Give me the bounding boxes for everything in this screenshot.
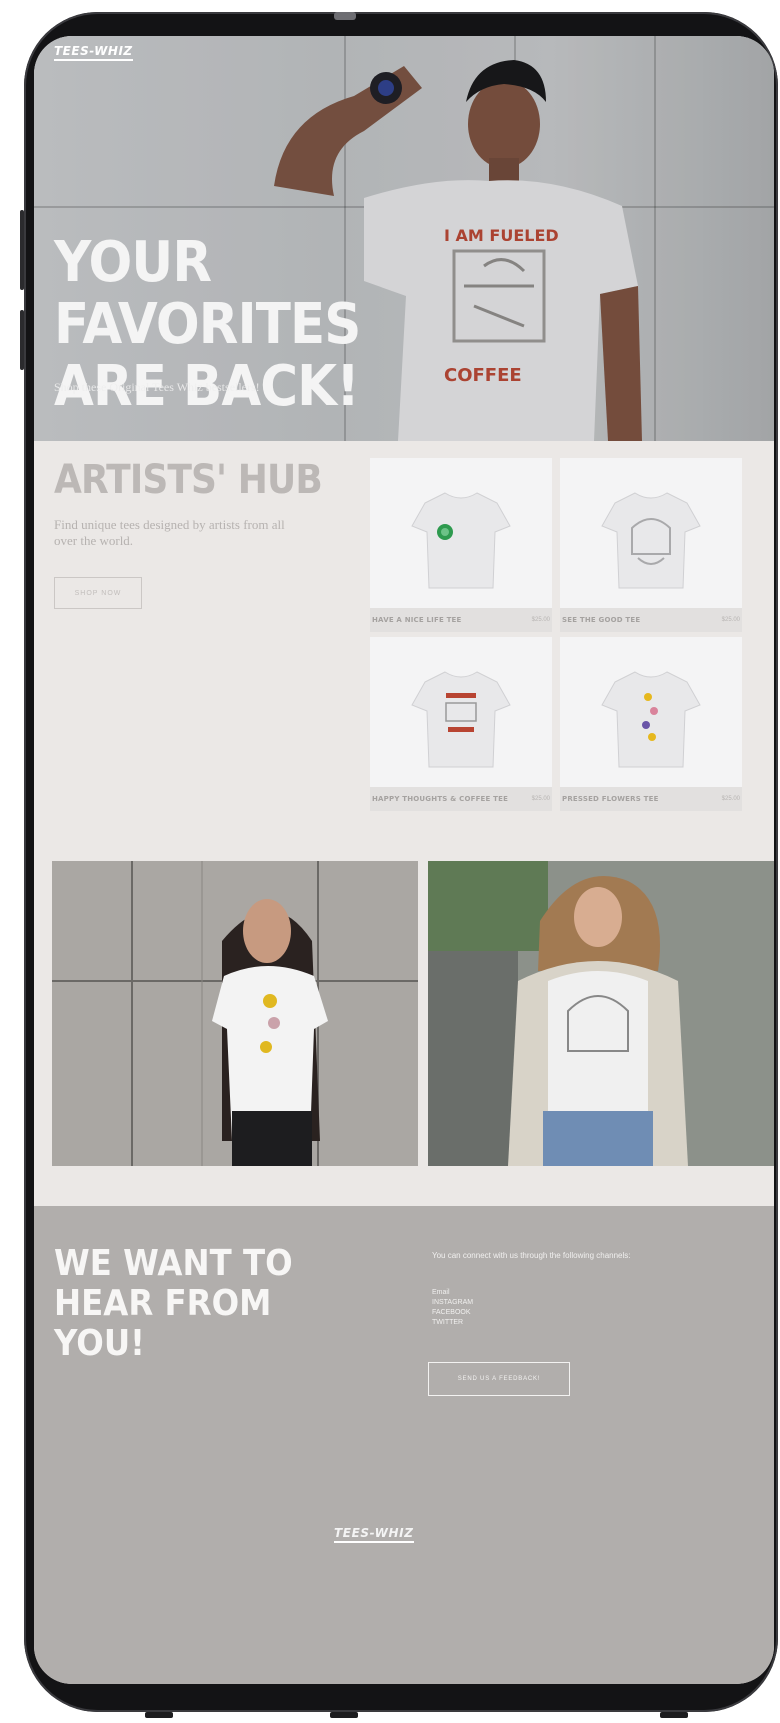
product-image [560, 637, 742, 787]
product-image [370, 637, 552, 787]
tshirt-icon [601, 671, 701, 768]
contact-link-facebook[interactable]: FACEBOOK [432, 1308, 473, 1318]
product-name: PRESSED FLOWERS TEE [562, 795, 659, 803]
lifestyle-photos [34, 861, 774, 1206]
phone-bottom-port [145, 1712, 173, 1718]
contact-text: You can connect with us through the foll… [432, 1251, 631, 1260]
phone-bottom-port [330, 1712, 358, 1718]
brand-logo[interactable]: TEES-WHIZ [54, 44, 133, 61]
lifestyle-photo-right [428, 861, 774, 1166]
product-card[interactable]: HAVE A NICE LIFE TEE $25.00 [370, 458, 552, 632]
lifestyle-photo-left [52, 861, 418, 1166]
product-name: HAPPY THOUGHTS & COFFEE TEE [372, 795, 509, 803]
tshirt-icon [411, 492, 511, 589]
artists-hub-title: ARTISTS' HUB [54, 457, 323, 503]
artists-hub-description: Find unique tees designed by artists fro… [54, 517, 285, 548]
contact-section: WE WANT TO HEAR FROM YOU! You can connec… [34, 1206, 774, 1684]
product-price: $25.00 [531, 796, 550, 802]
send-feedback-button[interactable]: SEND US A FEEDBACK! [428, 1362, 570, 1396]
contact-links: Email INSTAGRAM FACEBOOK TWITTER [432, 1288, 473, 1328]
phone-speaker [334, 12, 356, 20]
phone-side-button [20, 310, 24, 370]
tshirt-icon [411, 671, 511, 768]
contact-link-email[interactable]: Email [432, 1288, 473, 1298]
product-price: $25.00 [531, 617, 550, 623]
tshirt-icon [601, 492, 701, 589]
hero-section: I AM FUELED COFFEE TEES-WHIZ YOUR FAVORI… [34, 36, 774, 441]
phone-side-button [20, 210, 24, 290]
product-card[interactable]: SEE THE GOOD TEE $25.00 [560, 458, 742, 632]
hero-subtitle: Shop these Original Tees Whiz bestseller… [54, 380, 260, 394]
phone-bottom-port [660, 1712, 688, 1718]
contact-title: WE WANT TO HEAR FROM YOU! [54, 1243, 293, 1364]
product-card[interactable]: HAPPY THOUGHTS & COFFEE TEE $25.00 [370, 637, 552, 811]
product-name: HAVE A NICE LIFE TEE [372, 616, 462, 624]
product-price: $25.00 [721, 617, 740, 623]
product-card[interactable]: PRESSED FLOWERS TEE $25.00 [560, 637, 742, 811]
phone-screen: I AM FUELED COFFEE TEES-WHIZ YOUR FAVORI… [34, 36, 774, 1684]
product-price: $25.00 [721, 796, 740, 802]
contact-link-instagram[interactable]: INSTAGRAM [432, 1298, 473, 1308]
product-image [370, 458, 552, 608]
footer-logo[interactable]: TEES-WHIZ [334, 1526, 414, 1543]
artists-hub-section: ARTISTS' HUB Find unique tees designed b… [34, 441, 774, 861]
shop-now-button[interactable]: SHOP NOW [54, 577, 142, 609]
product-image [560, 458, 742, 608]
product-name: SEE THE GOOD TEE [562, 616, 641, 624]
contact-link-twitter[interactable]: TWITTER [432, 1318, 473, 1328]
